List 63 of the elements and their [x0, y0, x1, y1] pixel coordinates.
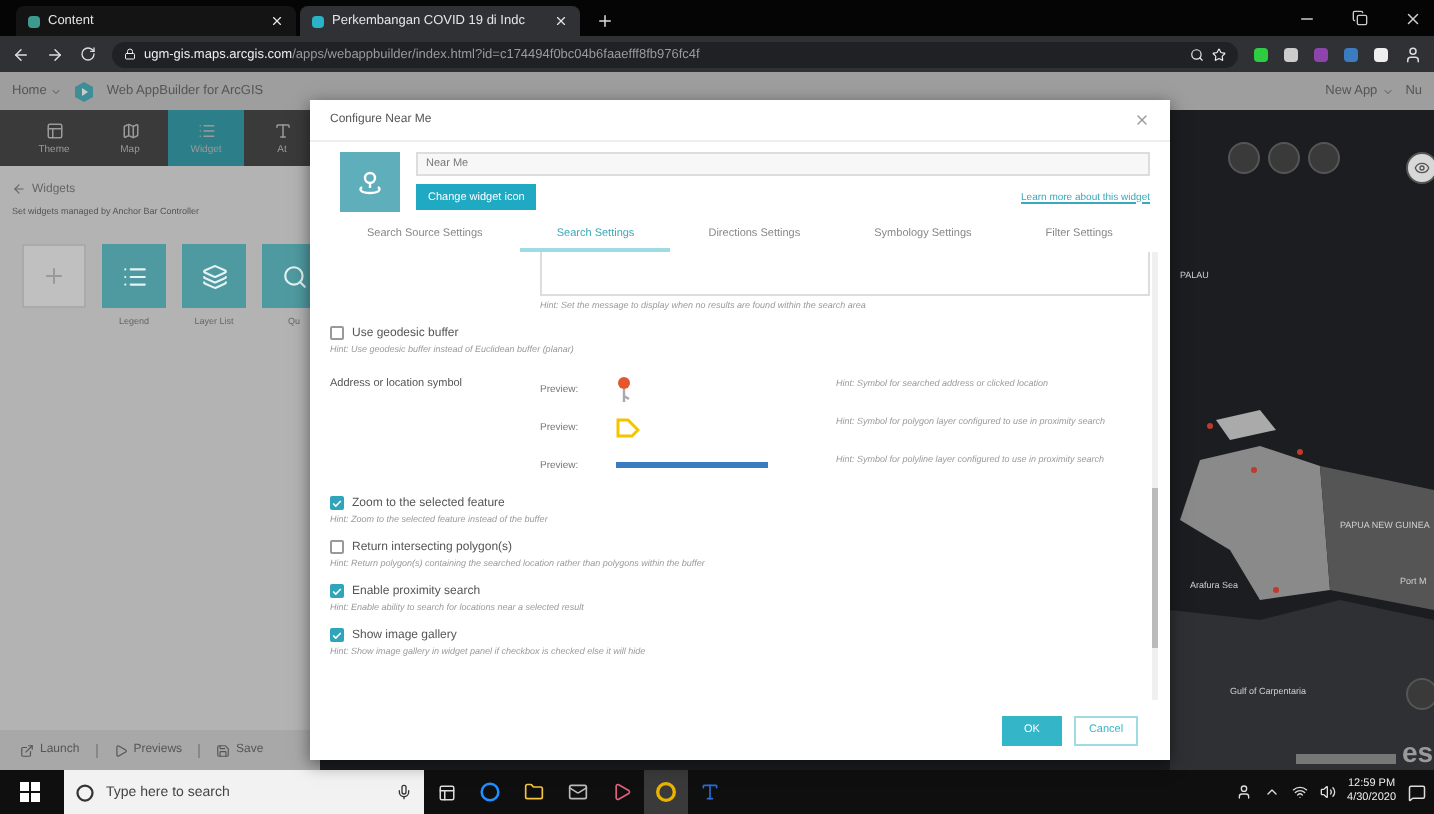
eye-icon: [1414, 160, 1430, 176]
microphone-icon: [396, 784, 412, 800]
launch-icon: [20, 743, 34, 757]
save-icon: [216, 743, 231, 757]
checkbox[interactable]: [330, 326, 344, 340]
close-icon[interactable]: [1404, 9, 1422, 27]
extension-icon[interactable]: [1254, 47, 1268, 61]
search-icon: [76, 783, 94, 801]
legend-widget-tile[interactable]: [102, 244, 166, 308]
extension-icon[interactable]: [1284, 47, 1298, 61]
map-tab-icon: [121, 121, 139, 139]
polygon-symbol-icon: [616, 417, 640, 437]
check-icon: [332, 585, 342, 597]
favicon-icon: [28, 15, 40, 27]
caret-icon: [1381, 85, 1394, 97]
esri-logo: es: [1402, 736, 1434, 768]
reload-icon[interactable]: [80, 46, 96, 62]
folder-icon: [524, 782, 544, 802]
no-result-message-field[interactable]: [540, 252, 1150, 296]
video-icon: [612, 782, 632, 802]
layer-list-widget-tile[interactable]: [182, 244, 246, 308]
caret-icon[interactable]: [1263, 784, 1280, 800]
location-pin-icon: [356, 168, 384, 196]
widget-tab-icon: [197, 121, 215, 139]
forward-icon[interactable]: [46, 45, 64, 63]
layers-icon: [201, 263, 227, 289]
line-symbol-icon: [616, 462, 768, 468]
theme-tab-icon: [45, 121, 63, 139]
new-tab-icon[interactable]: [596, 12, 614, 30]
add-widget-tile[interactable]: [22, 244, 86, 308]
lock-icon: [124, 48, 136, 60]
preview-icon: [113, 743, 128, 757]
search-icon[interactable]: [1190, 47, 1204, 61]
start-icon[interactable]: [20, 782, 40, 802]
app-logo-icon: [74, 81, 95, 101]
search-icon: [281, 263, 307, 289]
caret-icon: [50, 85, 63, 97]
eye-button[interactable]: [1406, 152, 1434, 184]
checkbox[interactable]: [330, 540, 344, 554]
check-icon: [332, 629, 342, 641]
pin-symbol-icon: [616, 375, 632, 403]
attribute-tab-icon: [273, 121, 291, 139]
profile-avatar-icon[interactable]: [1404, 45, 1422, 63]
network-icon[interactable]: [1291, 784, 1308, 800]
taskbar-app-button[interactable]: [644, 770, 688, 814]
checkbox[interactable]: [330, 628, 344, 642]
people-icon[interactable]: [1235, 784, 1252, 800]
mail-icon: [568, 782, 588, 802]
back-icon[interactable]: [12, 45, 30, 63]
check-icon: [332, 497, 342, 509]
star-icon[interactable]: [1212, 47, 1226, 61]
task-view-icon: [437, 783, 455, 801]
notification-icon[interactable]: [1408, 783, 1426, 801]
extension-icon[interactable]: [1374, 47, 1388, 61]
checkbox[interactable]: [330, 584, 344, 598]
scrollbar[interactable]: [1152, 252, 1158, 700]
attribution-bar: [1296, 754, 1396, 764]
speaker-icon[interactable]: [1319, 784, 1336, 800]
restore-icon[interactable]: [1352, 10, 1368, 26]
plus-icon: [42, 264, 66, 288]
checkbox[interactable]: [330, 496, 344, 510]
list-icon: [121, 263, 147, 289]
favicon-icon: [312, 15, 324, 27]
